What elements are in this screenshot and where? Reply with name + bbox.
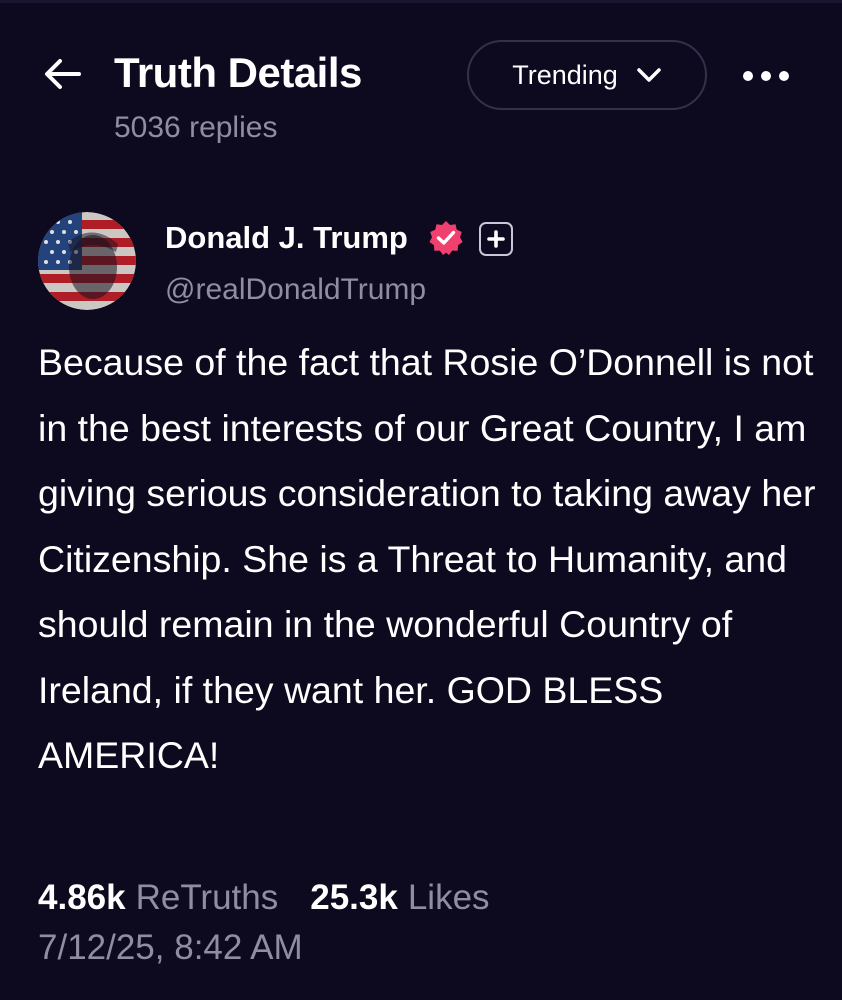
post-body-text: Because of the fact that Rosie O’Donnell…	[38, 341, 816, 776]
verified-badge-icon	[429, 221, 463, 255]
sort-dropdown-label: Trending	[512, 59, 618, 90]
likes-stat[interactable]: 25.3k Likes	[310, 875, 489, 921]
page-title: Truth Details	[114, 49, 362, 96]
likes-label: Likes	[407, 878, 490, 917]
retruths-label: ReTruths	[135, 878, 279, 917]
likes-count: 25.3k	[310, 878, 398, 917]
back-button[interactable]	[38, 50, 88, 98]
header-bar: Truth Details 5036 replies Trending	[0, 0, 842, 160]
sort-dropdown-button[interactable]: Trending	[467, 40, 707, 110]
avatar-image	[38, 212, 136, 310]
more-horizontal-icon	[743, 71, 789, 81]
author-handle[interactable]: @realDonaldTrump	[165, 270, 426, 310]
arrow-left-icon	[45, 59, 81, 89]
post-stats: 4.86k ReTruths 25.3k Likes	[38, 875, 490, 921]
retruths-count: 4.86k	[38, 878, 126, 917]
author-avatar[interactable]	[38, 212, 136, 310]
plus-badge-icon	[479, 222, 513, 256]
chevron-down-icon	[637, 68, 661, 82]
reply-count: 5036 replies	[114, 111, 278, 144]
post-timestamp: 7/12/25, 8:42 AM	[38, 928, 303, 967]
more-options-button[interactable]	[738, 56, 794, 96]
author-display-name[interactable]: Donald J. Trump	[165, 218, 408, 258]
retruths-stat[interactable]: 4.86k ReTruths	[38, 875, 278, 921]
